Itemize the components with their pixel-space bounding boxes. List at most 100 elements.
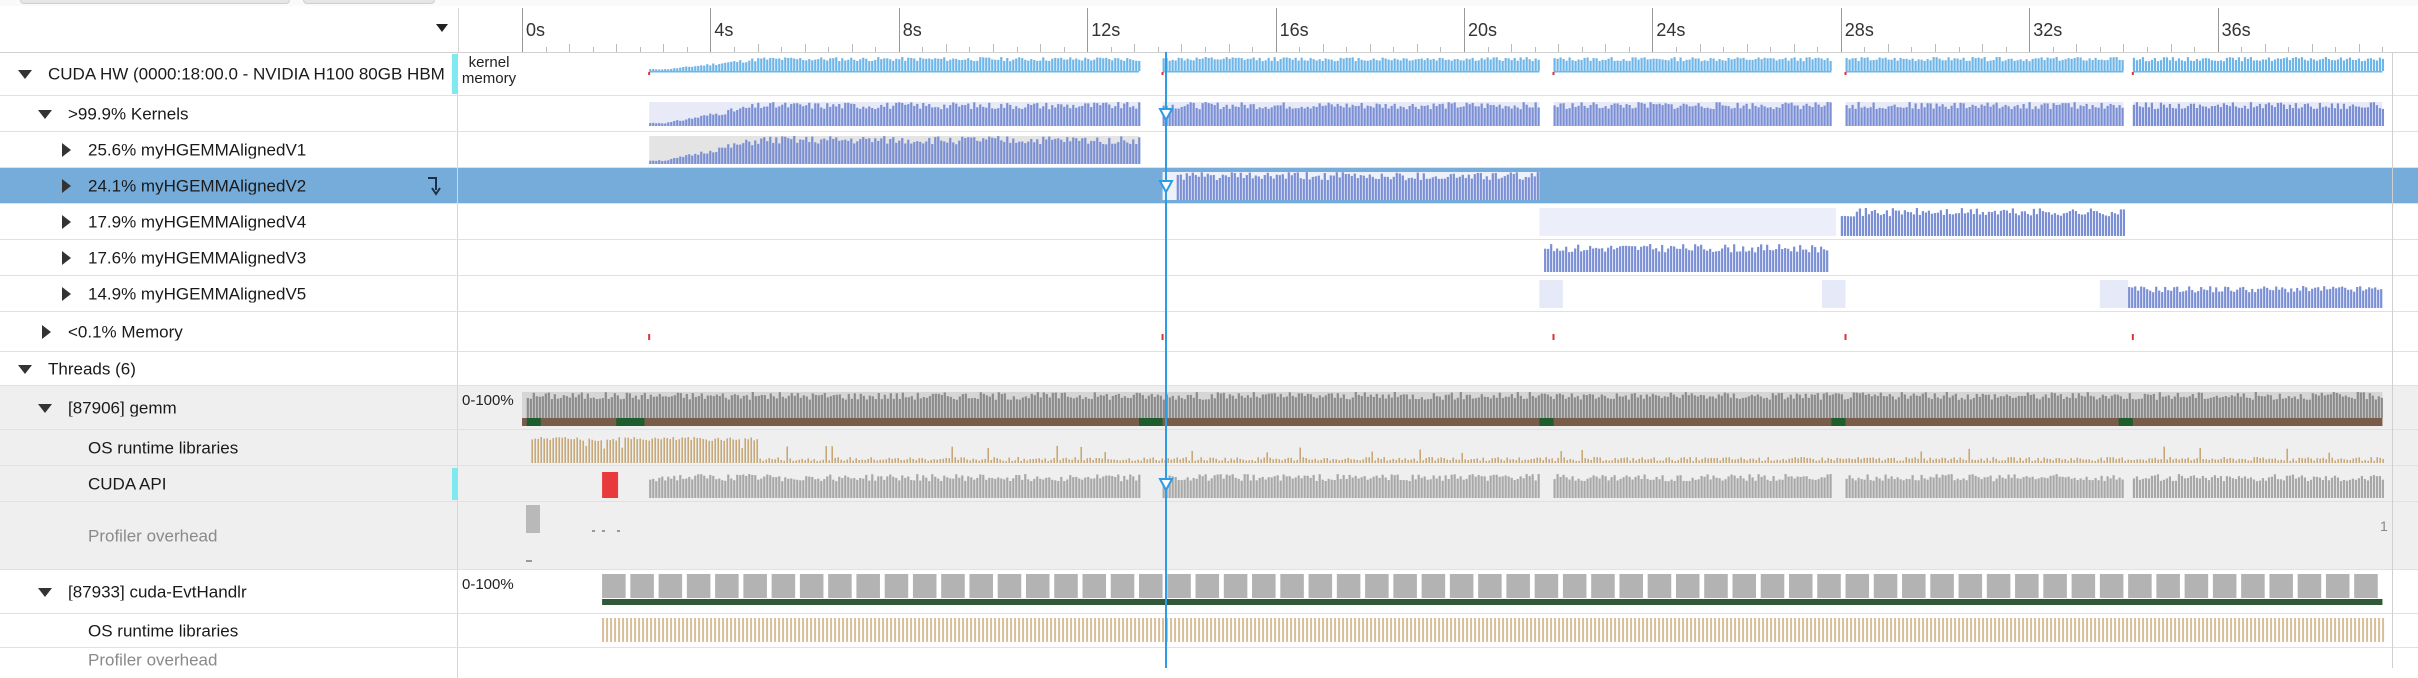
activity-bar	[1914, 103, 1917, 126]
osrt-call	[730, 618, 733, 642]
activity-bar	[2173, 287, 2176, 308]
activity-bar	[1860, 57, 1863, 71]
kernel-v2-track[interactable]	[522, 168, 2392, 204]
kernels-row[interactable]: >99.9% Kernels	[0, 96, 2418, 132]
osrt-track[interactable]	[522, 430, 2392, 466]
activity-bar	[526, 397, 529, 418]
expand-icon[interactable]	[62, 286, 71, 301]
activity-bar	[808, 59, 811, 71]
kernel-v3-track[interactable]	[522, 240, 2392, 276]
profiler2-row[interactable]: Profiler overhead	[0, 648, 2418, 678]
activity-bar	[1598, 248, 1601, 272]
gemm-thread-row[interactable]: [87906] gemm 0-100%	[0, 386, 2418, 430]
expand-icon[interactable]	[38, 109, 52, 119]
expand-icon[interactable]	[62, 214, 71, 229]
kernel-v2-row[interactable]: 24.1% myHGEMMAlignedV2	[0, 168, 2418, 204]
activity-bar	[1820, 58, 1823, 71]
expand-icon[interactable]	[18, 364, 32, 374]
cuda-api-row[interactable]: CUDA API	[0, 466, 2418, 502]
osrt-call	[1762, 618, 1765, 642]
activity-bar	[772, 142, 775, 164]
activity-bar	[982, 393, 985, 418]
activity-bar	[1912, 393, 1915, 418]
kernel-v5-row[interactable]: 14.9% myHGEMMAlignedV5	[0, 276, 2418, 312]
kernel-v1-track[interactable]	[522, 132, 2392, 168]
activity-bar	[1784, 102, 1787, 126]
activity-bar	[814, 479, 817, 498]
activity-bar	[1640, 479, 1643, 498]
activity-bar	[1501, 60, 1504, 71]
activity-bar	[1837, 393, 1840, 418]
osrt-call	[636, 439, 639, 463]
time-cursor[interactable]	[1165, 52, 1167, 668]
activity-bar	[685, 478, 688, 498]
activity-bar	[1231, 104, 1234, 126]
kernel-v1-row[interactable]: 25.6% myHGEMMAlignedV1	[0, 132, 2418, 168]
activity-bar	[1829, 474, 1832, 498]
evt-thread-row[interactable]: [87933] cuda-EvtHandlr 0-100%	[0, 570, 2418, 614]
activity-bar	[1219, 393, 1222, 418]
activity-bar	[1754, 480, 1757, 498]
activity-bar	[2234, 479, 2238, 498]
activity-bar	[2228, 57, 2232, 71]
osrt-call	[1458, 618, 1461, 642]
activity-bar	[730, 395, 733, 418]
activity-bar	[1018, 475, 1021, 498]
expand-icon[interactable]	[62, 142, 71, 157]
activity-bar	[2363, 107, 2367, 126]
activity-bar	[1613, 475, 1616, 498]
gemm-cpu-track[interactable]	[522, 386, 2392, 430]
toolbar-button-a[interactable]	[20, 0, 290, 4]
gpu-activity-track[interactable]	[522, 52, 2392, 96]
jump-icon[interactable]	[424, 176, 441, 196]
kernel-v4-track[interactable]	[522, 204, 2392, 240]
cuda-api-track[interactable]	[522, 466, 2392, 502]
osrt-call	[1089, 457, 1092, 463]
activity-bar	[1453, 399, 1456, 418]
rows-dropdown[interactable]	[0, 8, 459, 52]
activity-bar	[1321, 479, 1324, 498]
expand-icon[interactable]	[62, 250, 71, 265]
cpu-block	[997, 574, 1022, 598]
profiler-track[interactable]	[522, 502, 2392, 570]
kernel-v3-row[interactable]: 17.6% myHGEMMAlignedV3	[0, 240, 2418, 276]
memory-track[interactable]	[522, 312, 2392, 352]
toolbar-button-b[interactable]	[303, 0, 435, 4]
osrt2-track[interactable]	[522, 614, 2392, 648]
osrt-call	[723, 440, 726, 463]
activity-bar	[1360, 396, 1363, 418]
time-ruler[interactable]: 0s 4s 8s 12s 16s 20s 24s 28s 32s 36s	[522, 8, 2392, 52]
activity-bar	[1054, 138, 1057, 164]
osrt-call	[1008, 457, 1011, 463]
activity-bar	[661, 123, 664, 126]
activity-bar	[1565, 246, 1568, 272]
evt-cpu-track[interactable]	[522, 570, 2392, 614]
osrt-call	[722, 618, 725, 642]
osrt-row[interactable]: OS runtime libraries	[0, 430, 2418, 466]
activity-bar	[1266, 172, 1269, 200]
kernels-track[interactable]	[522, 96, 2392, 132]
activity-bar	[2246, 478, 2250, 498]
profiler-overhead-row[interactable]: Profiler overhead 1	[0, 502, 2418, 570]
activity-bar	[1429, 59, 1432, 71]
memory-row[interactable]: <0.1% Memory	[0, 312, 2418, 352]
gpu-row[interactable]: CUDA HW (0000:18:00.0 - NVIDIA H100 80GB…	[0, 52, 2418, 96]
expand-icon[interactable]	[62, 178, 71, 193]
activity-bar	[1805, 103, 1808, 126]
activity-bar	[997, 108, 1000, 126]
osrt-call	[594, 440, 597, 463]
activity-bar	[703, 153, 706, 164]
expand-icon[interactable]	[42, 324, 51, 339]
expand-icon[interactable]	[38, 587, 52, 597]
kernel-v4-row[interactable]: 17.9% myHGEMMAlignedV4	[0, 204, 2418, 240]
osrt2-row[interactable]: OS runtime libraries	[0, 614, 2418, 648]
kernel-v5-track[interactable]	[522, 276, 2392, 312]
expand-icon[interactable]	[18, 69, 32, 79]
activity-bar	[1240, 102, 1243, 126]
threads-row[interactable]: Threads (6)	[0, 352, 2418, 386]
activity-bar	[1210, 394, 1213, 418]
activity-bar	[2097, 107, 2100, 126]
activity-bar	[538, 396, 541, 418]
activity-bar	[1393, 103, 1396, 126]
expand-icon[interactable]	[38, 403, 52, 413]
